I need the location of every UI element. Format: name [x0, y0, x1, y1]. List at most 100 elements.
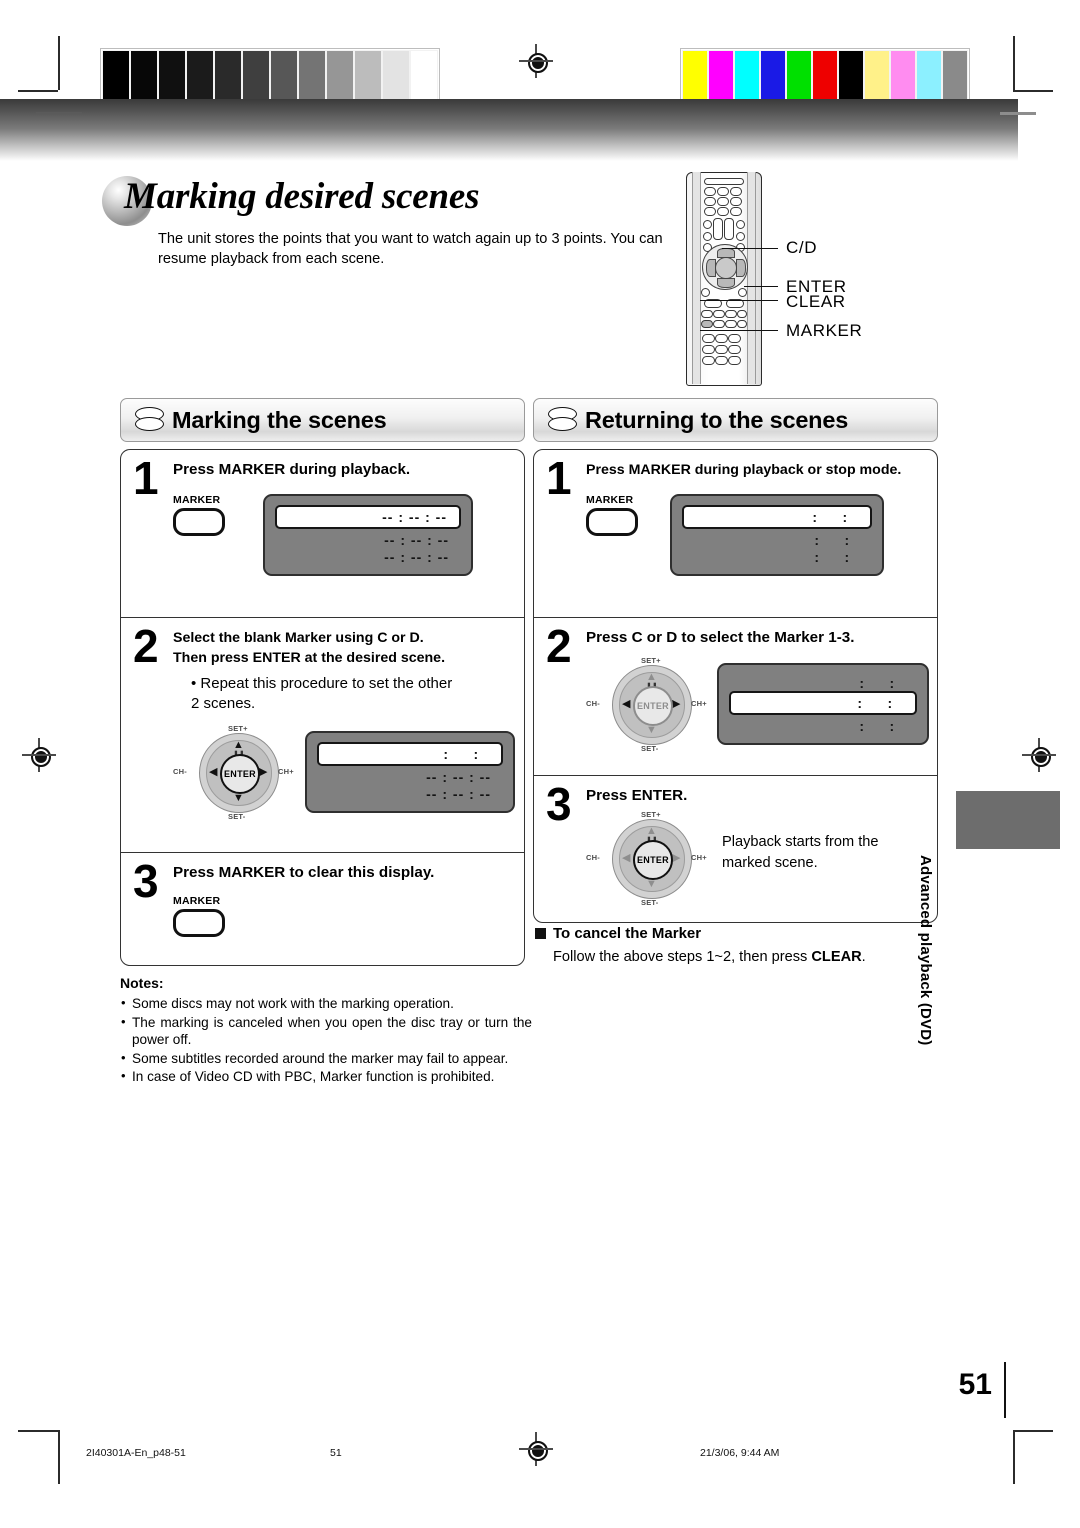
gradient-band	[0, 99, 1018, 161]
remote-button	[728, 334, 741, 343]
display-row-marker3: : :	[729, 717, 917, 734]
note-item: In case of Video CD with PBC, Marker fun…	[120, 1067, 532, 1086]
footer-filename: 2I40301A-En_p48-51	[86, 1447, 186, 1459]
display-timecode: : :	[804, 548, 860, 565]
disc-stack-icon	[132, 407, 166, 433]
dpad-right-arrow-icon: ▶	[259, 766, 268, 778]
cancel-marker-heading-text: To cancel the Marker	[553, 925, 702, 942]
dpad-label-left: CH-	[173, 767, 187, 776]
dpad-label-bottom: SET-	[228, 812, 246, 821]
dpad-graphic: ▲ ▼ ◀ ▶ ❚❚ ENTER SET+ SET- CH- CH+	[586, 808, 707, 908]
display-row-marker3: -- : -- : --	[275, 548, 461, 565]
remote-enter-button	[715, 257, 737, 279]
steps-list-returning: 1 Press MARKER during playback or stop m…	[533, 449, 938, 923]
step-instruction: Press MARKER to clear this display.	[173, 864, 435, 881]
step-instruction: Press C or D to select the Marker 1-3.	[586, 629, 855, 646]
cancel-text-after: .	[861, 949, 866, 965]
remote-button	[725, 310, 737, 318]
marker-key-graphic: MARKER	[173, 895, 235, 937]
section-title-returning: Returning to the scenes	[585, 406, 849, 433]
crop-mark-right-bottom	[1013, 1430, 1015, 1484]
crop-mark-right-bottom-h	[1013, 1430, 1053, 1432]
display-panel: : : : : : :	[716, 663, 929, 745]
remote-button	[701, 310, 713, 318]
notes-list: Some discs may not work with the marking…	[120, 994, 532, 1086]
step-body: ▲ ▼ ◀ ▶ ❚❚ ENTER SET+ SET- CH- CH+ : : :…	[534, 648, 937, 764]
display-panel: -- : -- : -- -- : -- : -- -- : -- : --	[263, 494, 473, 576]
dpad-label-right: CH+	[278, 767, 294, 776]
square-bullet-icon	[535, 928, 546, 939]
cancel-marker-heading: To cancel the Marker	[535, 925, 940, 942]
display-row-marker2: -- : -- : --	[275, 531, 461, 548]
step-item: 3 Press ENTER. ▲ ▼ ◀ ▶ ❚❚ ENTER SET+ SET…	[534, 776, 937, 922]
remote-button	[715, 356, 728, 365]
remote-button	[702, 356, 715, 365]
step-item: 3 Press MARKER to clear this display. MA…	[121, 853, 524, 965]
remote-button	[702, 334, 715, 343]
step-body: MARKER -- : -- : -- -- : -- : -- -- : --…	[121, 480, 524, 586]
section-header-returning: Returning to the scenes	[533, 398, 938, 442]
remote-button	[703, 232, 712, 241]
registration-target-right	[1022, 738, 1056, 772]
dpad-label-top: SET+	[641, 810, 661, 819]
display-timecode: -- : -- : --	[426, 785, 491, 802]
step-instruction: Press ENTER.	[586, 787, 688, 804]
display-row-marker2: : :	[682, 531, 872, 548]
step-instruction: Press MARKER during playback.	[173, 461, 411, 478]
remote-marker-button	[701, 320, 713, 328]
remote-button	[717, 187, 729, 196]
callout-line-enter	[744, 286, 778, 288]
display-timecode: -- : -- : --	[384, 531, 449, 548]
remote-button	[730, 207, 742, 216]
marker-key-label: MARKER	[173, 494, 221, 506]
section-header-marking: Marking the scenes	[120, 398, 525, 442]
remote-clear-button	[701, 288, 710, 297]
gradient-band-tick-left	[36, 112, 82, 114]
dpad-enter-button: ENTER	[633, 840, 673, 880]
remote-left-rail	[692, 172, 701, 384]
remote-button	[724, 218, 734, 240]
remote-button	[704, 207, 716, 216]
remote-control-illustration	[686, 172, 762, 386]
dpad-label-left: CH-	[586, 699, 600, 708]
remote-button	[728, 345, 741, 354]
returning-to-the-scenes-section: Returning to the scenes 1 Press MARKER d…	[533, 398, 938, 923]
page-title: Marking desired scenes	[124, 176, 480, 217]
remote-button	[704, 178, 744, 185]
display-timecode: -- : -- : --	[426, 768, 491, 785]
note-item: Some subtitles recorded around the marke…	[120, 1049, 532, 1068]
step-body: ▲ ▼ ◀ ▶ ❚❚ ENTER SET+ SET- CH- CH+ Playb…	[534, 806, 937, 918]
dpad-label-left: CH-	[586, 853, 600, 862]
marker-key-button	[173, 508, 225, 536]
remote-button	[737, 320, 747, 328]
note-item: Some discs may not work with the marking…	[120, 994, 532, 1013]
callout-line-marker	[700, 330, 778, 332]
remote-button	[730, 197, 742, 206]
remote-button	[713, 320, 725, 328]
marker-key-button	[173, 909, 225, 937]
display-row-marker3: -- : -- : --	[317, 785, 503, 802]
remote-button	[703, 220, 712, 229]
gradient-band-tick-right	[1000, 112, 1036, 115]
disc-stack-icon	[545, 407, 579, 433]
dpad-label-right: CH+	[691, 853, 707, 862]
display-panel: : : -- : -- : -- -- : -- : --	[305, 731, 515, 813]
step-instruction: Press MARKER during playback or stop mod…	[586, 462, 902, 478]
side-tab-label: Advanced playback (DVD)	[917, 855, 934, 1046]
dpad-label-bottom: SET-	[641, 898, 659, 907]
display-row-marker1: : :	[317, 742, 503, 766]
display-timecode: : :	[849, 717, 905, 734]
remote-right-rail	[747, 172, 756, 384]
remote-button	[717, 197, 729, 206]
callout-label-clear: CLEAR	[786, 292, 846, 311]
page-number-rule	[1004, 1362, 1006, 1418]
crop-mark-left-bottom-h	[18, 1430, 58, 1432]
callout-label-cd: C/D	[786, 238, 818, 257]
step-body: MARKER	[121, 883, 524, 947]
crop-mark-left-bottom	[58, 1430, 60, 1484]
step-instruction-line1: Select the blank Marker using C or D.	[173, 630, 424, 646]
dpad-label-top: SET+	[641, 656, 661, 665]
step-body: MARKER : : : : : :	[534, 480, 937, 586]
display-timecode: -- : -- : --	[382, 509, 447, 525]
dpad-enter-button: ENTER	[220, 754, 260, 794]
